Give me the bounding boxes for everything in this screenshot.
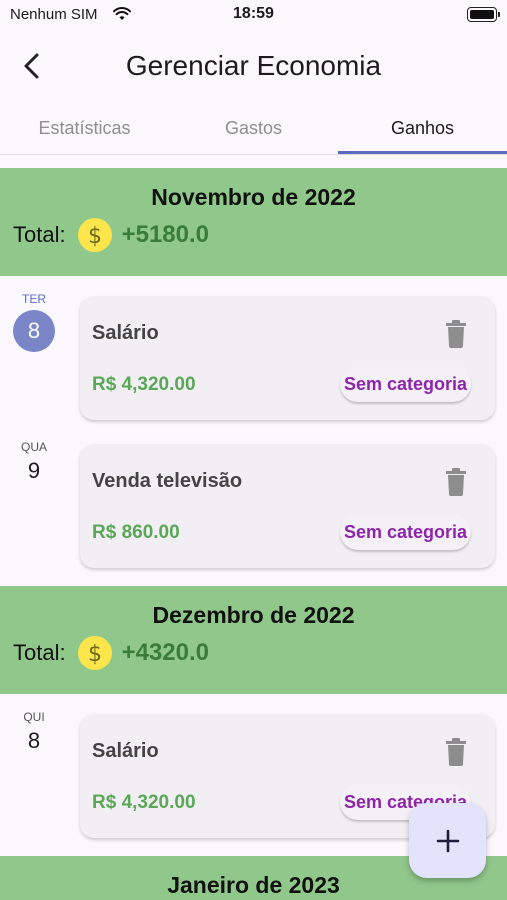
entry-title: Salário [92, 322, 159, 344]
month-header: Novembro de 2022 Total: $ +5180.0 [0, 168, 507, 276]
month-title: Novembro de 2022 [151, 184, 356, 210]
day-indicator: QUA 9 [0, 440, 68, 484]
tab-gastos[interactable]: Gastos [169, 102, 338, 154]
day-indicator: QUI 8 [0, 710, 68, 754]
status-bar: Nenhum SIM 18:59 [0, 0, 507, 32]
svg-text:$: $ [88, 642, 102, 666]
entry-amount: R$ 4,320.00 [92, 792, 196, 813]
total-value: +5180.0 [121, 221, 210, 248]
total-value: +4320.0 [121, 639, 210, 666]
day-number: 8 [27, 728, 41, 753]
plus-icon [436, 829, 459, 852]
entry-title: Venda televisão [92, 470, 243, 492]
tab-bar: Estatísticas Gastos Ganhos [0, 102, 507, 154]
month-total: Total: $ +5180.0 [13, 218, 209, 252]
weekday-label: TER [22, 292, 46, 306]
trash-icon[interactable] [445, 468, 467, 496]
month-total: Total: $ +4320.0 [13, 636, 209, 670]
dollar-coin-icon: $ [77, 218, 112, 252]
status-time: 18:59 [233, 5, 274, 22]
entry-amount: R$ 4,320.00 [92, 374, 196, 395]
day-number: 9 [27, 458, 41, 483]
income-card[interactable]: Salário R$ 4,320.00 Sem categoria [80, 296, 495, 420]
trash-icon[interactable] [445, 738, 467, 766]
entry-title: Salário [92, 740, 159, 762]
app-bar: Gerenciar Economia [0, 32, 507, 100]
trash-icon[interactable] [445, 320, 467, 348]
svg-text:$: $ [88, 224, 102, 248]
total-label: Total: [13, 222, 66, 247]
tab-estatisticas[interactable]: Estatísticas [0, 102, 169, 154]
category-chip[interactable]: Sem categoria [339, 366, 471, 402]
income-card[interactable]: Venda televisão R$ 860.00 Sem categoria [80, 444, 495, 568]
month-title: Dezembro de 2022 [152, 602, 355, 628]
day-indicator: TER 8 [0, 292, 68, 352]
weekday-label: QUA [20, 440, 47, 454]
tab-ganhos[interactable]: Ganhos [338, 102, 507, 154]
battery-icon [467, 7, 500, 22]
weekday-label: QUI [23, 710, 45, 724]
day-number: 8 [13, 310, 55, 352]
dollar-coin-icon: $ [77, 636, 112, 670]
page-title: Gerenciar Economia [125, 50, 382, 81]
category-chip[interactable]: Sem categoria [339, 514, 471, 550]
month-header: Dezembro de 2022 Total: $ +4320.0 [0, 586, 507, 694]
total-label: Total: [13, 640, 66, 665]
entry-amount: R$ 860.00 [92, 522, 180, 543]
tabs-divider [0, 154, 507, 155]
add-income-button[interactable] [409, 803, 486, 878]
